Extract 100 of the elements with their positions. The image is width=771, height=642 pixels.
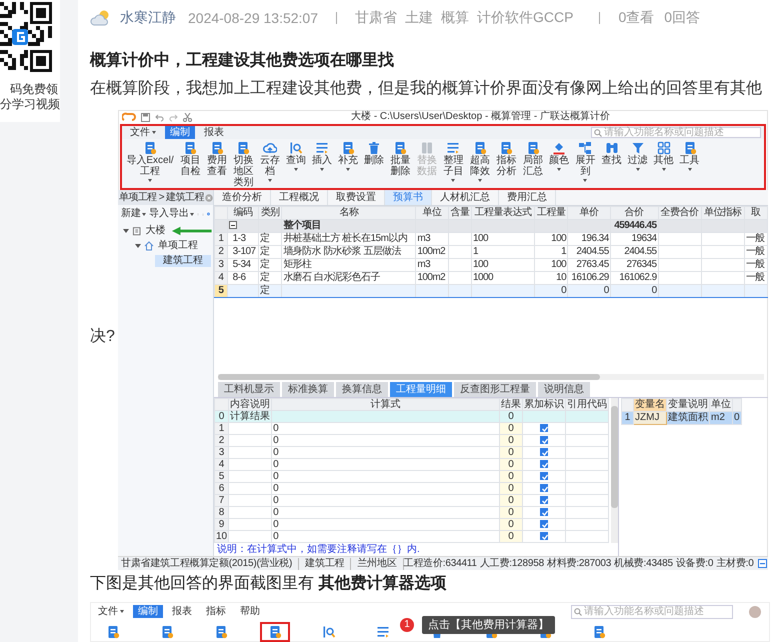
toolbar-button[interactable]: 查找 [602, 141, 622, 166]
tab[interactable]: 反查图形工程量 [454, 382, 536, 397]
row-header[interactable]: 2 [214, 246, 228, 258]
tab[interactable]: 标准换算 [282, 382, 334, 397]
checkbox[interactable] [540, 520, 548, 528]
menu-tab[interactable]: 文件 [125, 126, 161, 139]
toolbar-button[interactable]: 查询 [286, 141, 306, 171]
save-icon[interactable] [141, 112, 150, 122]
column-header: 累加标识 [522, 398, 566, 410]
menu-tab[interactable]: 帮助 [235, 605, 265, 618]
tab[interactable]: 造价分析 [214, 190, 271, 205]
table-cell: 19634 [610, 232, 658, 246]
toolbar-button[interactable]: 展开到 [575, 141, 596, 182]
tab[interactable]: 费用汇总 [499, 190, 556, 205]
table-cell: 0 [534, 284, 568, 298]
row-header: 0 [214, 410, 229, 422]
column-header: 单价 [568, 206, 610, 220]
toolbar-button[interactable]: 颜色 [549, 141, 569, 171]
table-cell: 5-34 [227, 258, 259, 272]
promo-text: 码免费领 [9, 82, 59, 97]
row-header[interactable]: 4 [214, 272, 228, 284]
toolbar-button[interactable]: 过滤 [628, 141, 648, 171]
checkbox[interactable] [540, 460, 548, 468]
search-icon [322, 625, 336, 639]
checkbox[interactable] [540, 448, 548, 456]
menu-button[interactable]: 导入导出 [149, 208, 194, 220]
row-header[interactable]: 3 [214, 258, 228, 272]
menu-tab[interactable]: 文件 [93, 605, 129, 618]
collapse-icon[interactable] [135, 244, 141, 248]
row-header[interactable]: 1 [214, 232, 228, 246]
table-cell: 0 [610, 284, 658, 298]
toolbar-button[interactable]: 整理子目 [443, 141, 464, 182]
grid-icon [656, 141, 670, 155]
table-cell: 0 [272, 458, 500, 470]
toolbar-button[interactable]: 插入 [312, 141, 332, 171]
menu-button[interactable]: 新建 [121, 208, 146, 220]
undo-icon[interactable] [155, 112, 164, 122]
toolbar-button[interactable]: 导入Excel/工程 [126, 141, 174, 182]
table-cell: m3 [416, 232, 448, 246]
toolbar-button[interactable]: 其他 [654, 141, 674, 171]
document-icon [106, 625, 120, 639]
checkbox[interactable] [540, 436, 548, 444]
collapse-icon[interactable] [123, 228, 129, 232]
post-time: 2024-08-29 13:52:07 [188, 10, 318, 26]
collapse-icon[interactable] [228, 221, 237, 230]
menu-tab[interactable]: 编制 [133, 605, 163, 618]
toolbar-button[interactable]: 删除 [364, 141, 384, 166]
checkbox[interactable] [540, 472, 548, 480]
scissors-icon[interactable] [183, 112, 192, 122]
author-link[interactable]: 水寒江静 [120, 9, 176, 27]
scrollbar[interactable] [218, 374, 764, 380]
arrow-annotation [171, 226, 213, 236]
scrollbar[interactable] [611, 398, 618, 543]
window-title: 大楼 - C:\Users\User\Desktop - 概算管理 - 广联达概算计价 [350, 111, 611, 123]
column-header: 工程量 [534, 206, 568, 220]
toolbar-button[interactable]: 云存档 [260, 141, 280, 182]
tab[interactable]: 说明信息 [538, 382, 590, 397]
checkbox[interactable] [540, 496, 548, 504]
toolbar-button[interactable] [260, 622, 290, 642]
toolbar-button[interactable]: 指标分析 [496, 141, 516, 177]
tree-item[interactable]: 大楼 [143, 224, 168, 236]
table-cell: 196.34 [568, 232, 610, 246]
table-cell: 2404.55 [568, 246, 610, 258]
checkbox[interactable] [540, 508, 548, 516]
toolbar-button[interactable]: 切换地区类别 [233, 141, 254, 188]
binoculars-icon [604, 141, 618, 155]
checkbox[interactable] [540, 484, 548, 492]
toolbar-button[interactable]: 项目自检 [180, 141, 200, 177]
menu-tab[interactable]: 编制 [165, 126, 195, 139]
row-header: 3 [214, 446, 229, 458]
status-text: 材料费:287003 [546, 558, 612, 570]
row-header[interactable]: 5 [214, 284, 228, 298]
column-header: 引用代码 [566, 398, 608, 410]
tree-item[interactable]: 建筑工程 [155, 254, 211, 266]
table-cell: 1 [472, 246, 535, 258]
close-icon[interactable] [204, 194, 213, 202]
tree-item[interactable]: 单项工程 [156, 240, 200, 252]
status-text: 主材费:0 [716, 558, 754, 570]
tab[interactable]: 工程概况 [271, 190, 328, 205]
toolbar-button[interactable]: 局部汇总 [522, 141, 543, 177]
table-cell: 1 [534, 246, 568, 258]
table-cell: 0 [272, 422, 500, 434]
layout-icon[interactable] [758, 559, 767, 568]
tab[interactable]: 换算信息 [336, 382, 388, 397]
toolbar-button[interactable]: 补充 [338, 141, 358, 171]
toolbar-button[interactable]: 批量删除 [390, 141, 410, 177]
toolbar-button[interactable]: 费用查看 [206, 141, 227, 177]
tab[interactable]: 工料机显示 [218, 382, 280, 397]
menu-tab[interactable]: 报表 [167, 605, 197, 618]
toolbar-button[interactable]: 工具 [680, 141, 700, 171]
menu-tab[interactable]: 报表 [199, 126, 229, 139]
column-header: 内容说明 [228, 398, 272, 410]
tab[interactable]: 人材机汇总 [432, 190, 499, 205]
row-header[interactable]: 1 [622, 412, 634, 424]
checkbox[interactable] [540, 532, 548, 540]
checkbox[interactable] [540, 424, 548, 432]
list-icon [315, 141, 329, 155]
column-header: 单位 [416, 206, 448, 220]
toolbar-button[interactable]: 超高降效 [470, 141, 490, 182]
menu-tab[interactable]: 指标 [201, 605, 231, 618]
